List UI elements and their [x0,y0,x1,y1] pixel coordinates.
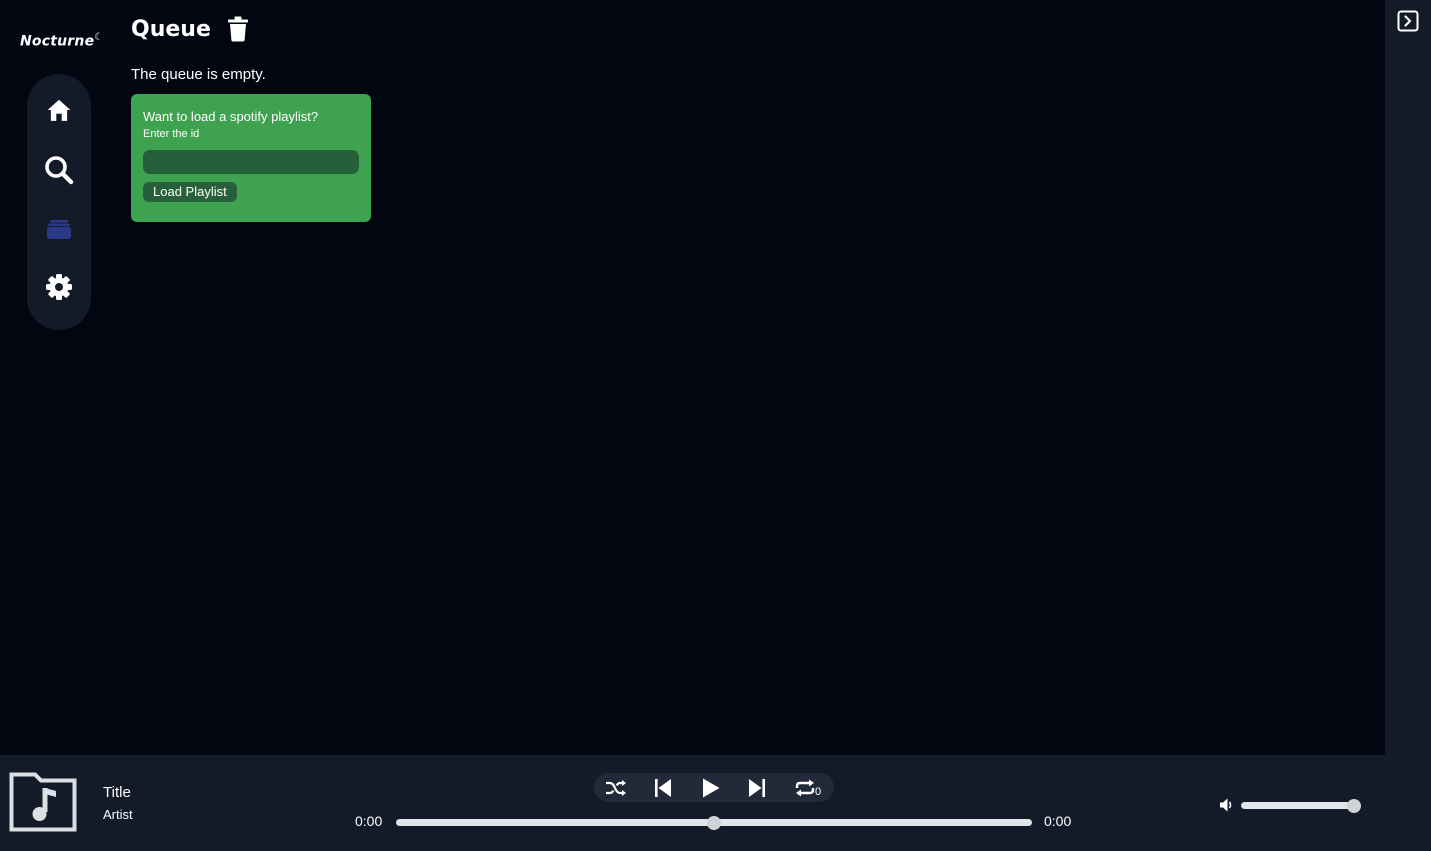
clear-queue-button[interactable] [227,16,249,42]
sidebar-nav [27,74,91,330]
repeat-icon [795,779,815,796]
total-time: 0:00 [1044,813,1072,829]
play-button[interactable] [702,773,720,802]
shuffle-button[interactable] [605,773,627,802]
previous-button[interactable] [654,773,672,802]
playlist-prompt: Want to load a spotify playlist? [143,109,319,124]
app-root: Nocturne☾ Queue The queue is empty. Want… [0,0,1431,851]
app-logo: Nocturne☾ [20,32,103,50]
playback-controls: 0 [594,773,834,802]
load-playlist-card: Want to load a spotify playlist? Enter t… [131,94,371,222]
nav-queue[interactable] [27,208,91,248]
next-icon [749,778,765,797]
track-title: Title [103,784,131,801]
app-name: Nocturne [20,33,95,50]
search-icon [45,156,74,185]
empty-queue-message: The queue is empty. [131,66,266,83]
panel-expand-icon [1397,10,1419,32]
nav-home[interactable] [27,90,91,130]
music-note-icon [9,772,77,832]
seek-bar[interactable] [396,815,1032,830]
volume-thumb[interactable] [1347,798,1361,813]
nav-search[interactable] [27,150,91,190]
repeat-button[interactable]: 0 [794,773,821,802]
trash-icon [227,16,248,42]
home-icon [47,99,71,121]
page-title: Queue [131,16,211,42]
moon-mark: ☾ [94,32,104,43]
right-side-panel [1385,0,1431,755]
volume-slider[interactable] [1241,798,1361,813]
previous-icon [655,778,671,797]
seek-thumb[interactable] [707,815,721,830]
mute-button[interactable] [1219,797,1235,818]
track-artist: Artist [103,807,133,822]
load-playlist-button[interactable]: Load Playlist [143,182,237,202]
player-bar: Title Artist 0 0:00 0:00 [0,755,1431,851]
repeat-count: 0 [815,785,822,798]
play-icon [703,778,720,797]
gear-icon [46,274,72,300]
nav-settings[interactable] [27,267,91,307]
playlist-id-input[interactable] [143,150,359,174]
playlist-hint: Enter the id [143,128,200,140]
volume-icon [1220,798,1232,812]
page-header: Queue [131,16,249,42]
shuffle-icon [606,779,626,796]
album-cover [9,772,77,837]
next-button[interactable] [748,773,766,802]
expand-panel-button[interactable] [1397,10,1419,37]
stack-icon [47,220,71,239]
current-time: 0:00 [355,813,383,829]
